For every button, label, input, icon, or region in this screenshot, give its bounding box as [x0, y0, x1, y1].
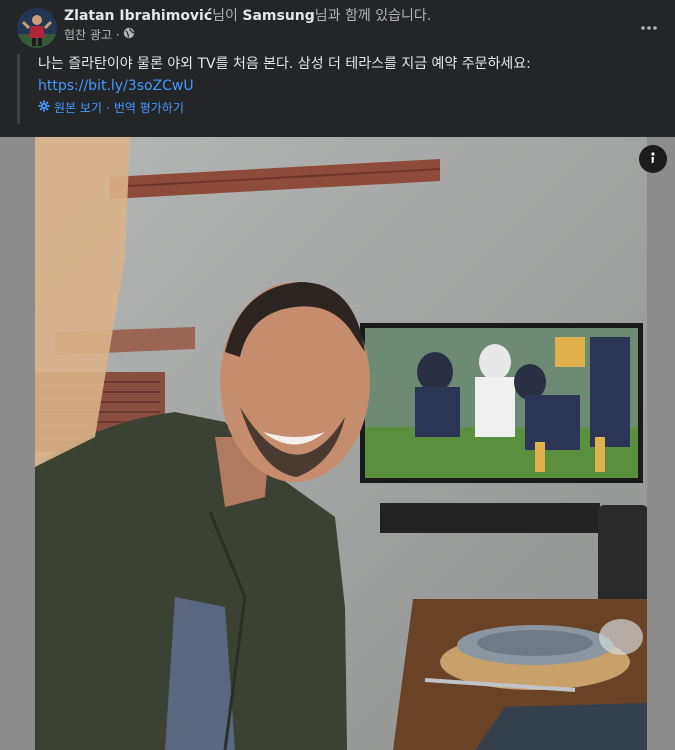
author-suffix: 님이: [212, 8, 243, 24]
author-name[interactable]: Zlatan Ibrahimović: [64, 8, 212, 24]
more-options-button[interactable]: [637, 12, 661, 36]
separator: ·: [105, 101, 110, 115]
avatar[interactable]: [17, 8, 57, 48]
sponsored-label[interactable]: 협찬 광고 ·: [64, 27, 120, 43]
gear-icon: [38, 100, 50, 116]
post-body-text: 나는 즐라탄이야 물론 야외 TV를 처음 본다. 삼성 더 테라스를 지금 예…: [38, 56, 531, 72]
translated-text-block: 나는 즐라탄이야 물론 야외 TV를 처음 본다. 삼성 더 테라스를 지금 예…: [17, 54, 660, 124]
see-original-link[interactable]: 원본 보기: [54, 100, 102, 116]
rate-translation-link[interactable]: 번역 평가하기: [114, 100, 184, 116]
page-name[interactable]: Samsung: [242, 8, 314, 24]
page-suffix: 님과 함께 있습니다.: [314, 8, 432, 24]
author-line: Zlatan Ibrahimović님이 Samsung님과 함께 있습니다.: [64, 6, 431, 26]
info-icon: [646, 150, 660, 169]
post-meta: 협찬 광고 ·: [64, 27, 135, 43]
more-options-icon: [641, 15, 657, 34]
post-header: Zlatan Ibrahimović님이 Samsung님과 함께 있습니다. …: [0, 0, 675, 50]
ad-photo[interactable]: [35, 137, 647, 750]
translation-bar: 원본 보기 · 번역 평가하기: [38, 100, 184, 116]
globe-icon[interactable]: [123, 27, 135, 43]
post-media[interactable]: [0, 137, 675, 750]
post-link[interactable]: https://bit.ly/3soZCwU: [38, 76, 194, 96]
info-button[interactable]: [639, 145, 667, 173]
